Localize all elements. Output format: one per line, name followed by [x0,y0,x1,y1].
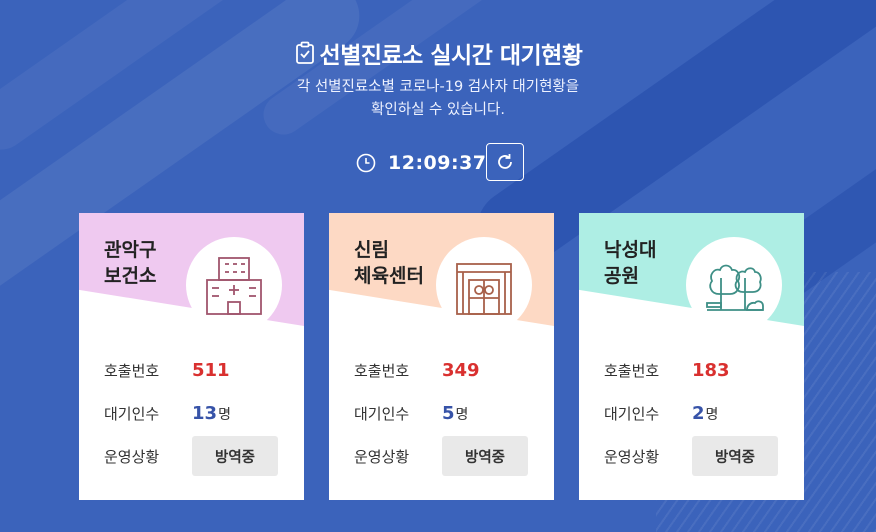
waiting-label: 대기인수 [604,405,660,423]
gym-building-icon [456,263,512,315]
site-name: 관악구 보건소 [104,239,157,287]
waiting-unit: 명 [218,406,231,423]
clock: 12:09:37 [356,143,524,183]
site-name: 신림 체육센터 [354,239,424,287]
hospital-icon [206,257,262,315]
site-card-sillim: 신림 체육센터 호출번호 349 대기인수 5 명 운영상황 방역중 [329,213,554,500]
status-badge: 방역중 [442,436,528,476]
page-title-text: 선별진료소 실시간 대기현황 [319,43,583,69]
call-number-value: 349 [442,360,480,381]
page-title: 선별진료소 실시간 대기현황 [294,36,583,70]
status-badge: 방역중 [692,436,778,476]
call-number-value: 183 [692,360,730,381]
waiting-unit: 명 [705,406,719,423]
waiting-value: 2 [692,403,705,424]
call-number-value: 511 [192,360,230,381]
page-subtitle: 각 선별진료소별 코로나-19 검사자 대기현황을 확인하실 수 있습니다. [296,79,580,118]
status-label: 운영상황 [354,447,410,466]
refresh-button[interactable] [486,143,524,181]
site-name: 낙성대 공원 [604,239,657,287]
status-label: 운영상황 [104,447,160,466]
waiting-value: 5 [442,403,455,424]
clock-time: 12:09:37 [388,152,487,174]
site-card-nakseongdae: 낙성대 공원 호출번호 183 대기인수 2 명 운영상황 방역중 [579,213,804,500]
site-card-gwanak: 관악구 보건소 호출번호 511 대기인수 13 명 운영상황 방역중 [79,213,304,500]
call-number-label: 호출번호 [604,362,660,380]
call-number-label: 호출번호 [104,362,160,380]
waiting-label: 대기인수 [104,405,160,423]
call-number-label: 호출번호 [354,362,410,380]
clipboard-check-icon [295,41,314,64]
park-trees-icon [706,264,764,311]
waiting-value: 13 [192,403,218,424]
status-label: 운영상황 [604,447,660,466]
status-badge: 방역중 [192,436,278,476]
refresh-icon [498,154,512,169]
waiting-label: 대기인수 [354,405,410,423]
clock-icon [356,153,376,173]
waiting-unit: 명 [455,406,469,423]
